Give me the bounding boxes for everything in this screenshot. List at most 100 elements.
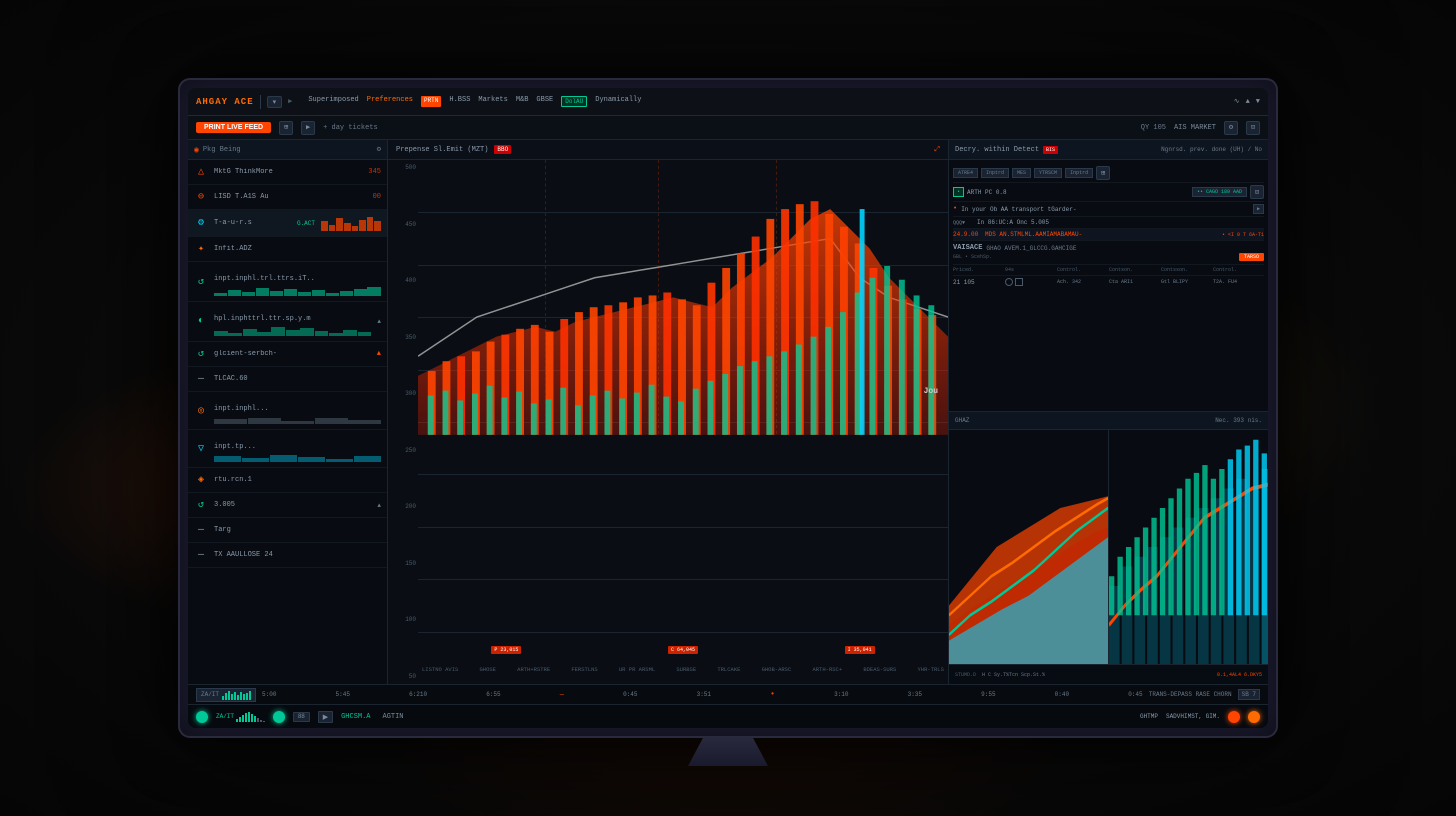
app-logo: AHGAY ACE (196, 97, 254, 107)
panel-btn-ytrscm[interactable]: YTRSCM (1034, 168, 1062, 178)
sidebar-header-text: Pkg Being (203, 146, 241, 154)
toolbar-label: + day tickets (323, 124, 378, 132)
sidebar-label-9: inpt.tp... (214, 443, 256, 451)
panel-grid-icon[interactable]: ⊞ (1096, 166, 1110, 180)
main-chart-svg (418, 160, 948, 435)
panel-status-dot: • (953, 187, 964, 197)
sidebar-settings-icon[interactable]: ⚙ (377, 145, 381, 154)
y-label-200: 200 (390, 503, 416, 510)
sidebar-item-3[interactable]: ✦ Infit.ADZ (188, 237, 387, 262)
panel-tarso-btn[interactable]: TARSO (1239, 253, 1264, 261)
chart-badge: BBO (494, 145, 511, 154)
panel-sub-btn-green[interactable]: •• CAGO 189 AAD (1192, 187, 1247, 197)
tick-10: 9:55 (981, 691, 995, 698)
mini-chart-left-svg (949, 430, 1108, 664)
sidebar-label-8: inpt.inphl... (214, 405, 269, 413)
live-feed-button[interactable]: PRINT LIVE FEED (196, 122, 271, 133)
sidebar-label-12: Targ (214, 526, 381, 534)
chart-title: Prepense Sl.Emit (MZT) (396, 146, 488, 154)
tick-3: 6:55 (486, 691, 500, 698)
nav-markets[interactable]: Markets (478, 96, 507, 107)
timeline-ticks: 5:00 5:45 6:210 6:55 — 0:45 3:51 • 3:10 … (262, 690, 1143, 699)
sidebar-item-1[interactable]: ⊖ LISD T.A1S Au 00 (188, 185, 387, 210)
panel-arth-label: ARTH PC 0.8 (967, 189, 1007, 196)
panel-row1-text: In your Ob AA transport tGarder- (961, 206, 1249, 213)
sidebar-value-2: G.ACT (297, 220, 315, 227)
x-label-6: TRLCAKE (717, 666, 740, 673)
x-label-0: LISTNO AVIS (422, 666, 458, 673)
panel-sub-icon[interactable]: ⊡ (1250, 185, 1264, 199)
status-right-value: SADVHIMST, GIM. (1166, 713, 1220, 720)
toolbar-close-icon[interactable]: ⊡ (1246, 121, 1260, 135)
panel-row2-qqq: QQQ▼ (953, 220, 973, 226)
panel-btn-inptrd2[interactable]: Inptrd (1065, 168, 1093, 178)
nav-hbss[interactable]: H.BSS (449, 96, 470, 107)
sidebar-item-13[interactable]: — TX AAULLOSE 24 (188, 543, 387, 568)
screen: AHGAY ACE ▾ ▶ Superimposed Preferences P… (188, 88, 1268, 728)
main-content-area: ◉ Pkg Being ⚙ △ MktG ThinkMore 345 ⊖ LIS… (188, 140, 1268, 684)
status-btn-88[interactable]: 88 (293, 712, 310, 722)
sidebar-item-6[interactable]: ↺ glcient-serbch- ▲ (188, 342, 387, 367)
sidebar-item-4[interactable]: ↺ inpt.inphl.trl.ttrs.iT.. (188, 262, 387, 302)
nav-dropdown-btn[interactable]: ▾ (267, 96, 283, 108)
sidebar-value-0: 345 (368, 168, 381, 176)
timeline-logo-text: ZA/IT (201, 691, 219, 698)
sidebar-icon-line3: — (194, 548, 208, 562)
status-bars (236, 712, 265, 722)
table-cell-5: T2A. FU4 (1213, 279, 1264, 285)
nav-dynamic[interactable]: Dynamically (595, 96, 641, 107)
mini-charts-bottom-label: STUMD.D (955, 672, 976, 678)
panel-table-row: 21 105 Ach. 342 Cta ARI1 Gtl BLIPY T2A. … (953, 276, 1264, 288)
sidebar-icon-star: ✦ (194, 242, 208, 256)
panel-vaisace-section: VAISACE GHAO AVEM.1_GLCCG.GAHCIGE GBL • … (953, 241, 1264, 265)
mini-charts-title-right: Nec. 393 nis. (1215, 417, 1262, 424)
checkbox-btn[interactable] (1015, 278, 1023, 286)
sidebar-label-2: T-a-u-r.s (214, 219, 291, 227)
nav-prtn-badge[interactable]: PRTN (421, 96, 441, 107)
mini-charts-bottom-btn[interactable]: 0.1,4AL4 6.DKY5 (1217, 672, 1262, 678)
timeline-right-sub[interactable]: SB 7 (1238, 689, 1260, 700)
sidebar-header: ◉ Pkg Being ⚙ (188, 140, 387, 160)
table-header-2: Control. (1057, 267, 1108, 273)
status-bar: ZA/IT 88 ▶ GHCSM.A (188, 704, 1268, 728)
sidebar-item-9[interactable]: ▽ inpt.tp... (188, 430, 387, 468)
sidebar-item-0[interactable]: △ MktG ThinkMore 345 (188, 160, 387, 185)
panel-row3-btn: • <I 0 T 6A-T1 (1222, 232, 1264, 238)
panel-row1-btn[interactable]: ▶ (1253, 204, 1264, 214)
chart-expand-icon[interactable]: ⤢ (934, 146, 940, 154)
sidebar-icon-diamond: ◈ (194, 473, 208, 487)
sidebar-label-5: hpl.inphttrl.ttr.sp.y.m (214, 315, 311, 323)
toolbar-settings-icon[interactable]: ⚙ (1224, 121, 1238, 135)
sidebar-item-10[interactable]: ◈ rtu.rcn.1 (188, 468, 387, 493)
toolbar-grid-icon[interactable]: ⊞ (279, 121, 293, 135)
radio-btn[interactable] (1005, 278, 1013, 286)
panel-btn-atre4[interactable]: ATRE4 (953, 168, 978, 178)
secondary-toolbar: PRINT LIVE FEED ⊞ ▶ + day tickets QY 105… (188, 116, 1268, 140)
sidebar-item-8[interactable]: ◎ inpt.inphl... (188, 392, 387, 430)
status-btn-play[interactable]: ▶ (318, 711, 333, 723)
y-label-100: 100 (390, 616, 416, 623)
sidebar-item-12[interactable]: — Targ (188, 518, 387, 543)
nav-superimposed[interactable]: Superimposed (308, 96, 358, 107)
sidebar-item-2[interactable]: ⚙ T-a-u-r.s G.ACT (188, 210, 387, 237)
panel-table-headers: Priced. 94s Control. Contson. Contsson. … (953, 265, 1264, 276)
ticker-tape: GHCSM.A AGTIN (341, 713, 732, 721)
panel-title-left: Decry. within Detect (955, 146, 1039, 154)
sidebar-item-11[interactable]: ↺ 3.005 ▲ (188, 493, 387, 518)
status-logo: ZA/IT (216, 713, 234, 720)
sidebar-icon-gear: ⚙ (194, 216, 208, 230)
nav-preferences[interactable]: Preferences (367, 96, 413, 107)
sidebar-sparkline-2 (321, 215, 381, 231)
right-panel-top: Decry. within Detect BIS Ngnrsd. prev. d… (949, 140, 1268, 412)
nav-dolau-badge[interactable]: DolAU (561, 96, 587, 107)
sidebar-label-3: Infit.ADZ (214, 245, 381, 253)
nav-gbse[interactable]: GBSE (536, 96, 553, 107)
panel-btn-mes[interactable]: MES (1012, 168, 1031, 178)
panel-btn-inptrd[interactable]: Inptrd (981, 168, 1009, 178)
sidebar-item-5[interactable]: ◐ hpl.inphttrl.ttr.sp.y.m (188, 302, 387, 342)
nav-mb[interactable]: M&B (516, 96, 529, 107)
timeline-bar: ZA/IT 5:00 5:45 6:210 6:55 (188, 684, 1268, 704)
sidebar-icon-refresh2: ↺ (194, 347, 208, 361)
sidebar-item-7[interactable]: — TLCAC.60 (188, 367, 387, 392)
toolbar-play-icon[interactable]: ▶ (301, 121, 315, 135)
